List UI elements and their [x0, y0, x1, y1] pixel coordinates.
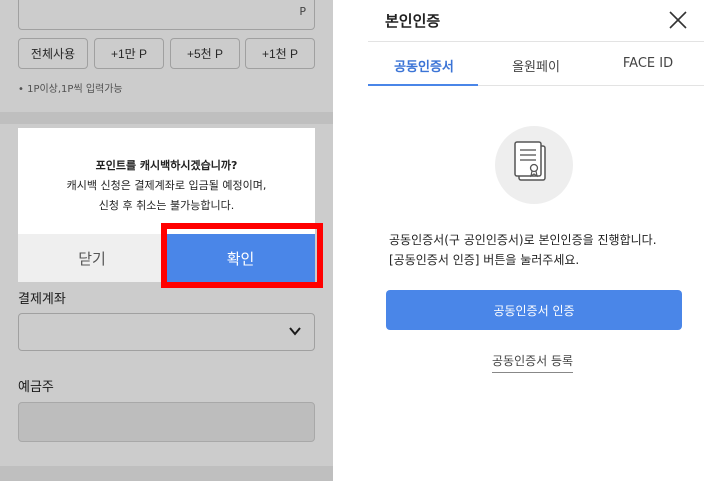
cashback-confirm-dialog: 포인트를 캐시백하시겠습니까? 캐시백 신청은 결제계좌로 입금될 예정이며, … [18, 128, 315, 282]
auth-description: 공동인증서(구 공인인증서)로 본인인증을 진행합니다. [공동인증서 인증] … [389, 230, 657, 270]
tab-face-id[interactable]: FACE ID [592, 56, 704, 71]
dialog-message: 포인트를 캐시백하시겠습니까? 캐시백 신청은 결제계좌로 입금될 예정이며, … [18, 156, 315, 216]
certificate-icon [514, 141, 546, 181]
cashback-form-panel: P 전체사용 +1만 P +5천 P +1천 P • 1P이상,1P씩 입력가능… [0, 0, 333, 481]
dialog-message-line: 캐시백 신청은 결제계좌로 입금될 예정이며, [66, 179, 267, 192]
identity-verification-panel: 본인인증 공동인증서 올원페이 FACE ID 공동인증서(구 공인인증서)로 … [333, 0, 704, 481]
tab-allone-pay[interactable]: 올원페이 [480, 56, 592, 75]
certificate-auth-button[interactable]: 공동인증서 인증 [386, 290, 682, 330]
header-divider [368, 41, 704, 42]
auth-description-line: [공동인증서 인증] 버튼을 눌러주세요. [389, 253, 580, 267]
active-tab-indicator [368, 84, 478, 86]
dialog-message-line: 신청 후 취소는 불가능합니다. [98, 199, 235, 212]
dialog-confirm-button[interactable]: 확인 [166, 234, 315, 282]
page-title: 본인인증 [385, 12, 441, 30]
close-icon[interactable] [668, 10, 688, 30]
dialog-close-button[interactable]: 닫기 [18, 234, 166, 282]
auth-description-line: 공동인증서(구 공인인증서)로 본인인증을 진행합니다. [389, 233, 657, 247]
certificate-register-link[interactable]: 공동인증서 등록 [492, 352, 574, 373]
certificate-illustration [495, 126, 573, 204]
tab-joint-certificate[interactable]: 공동인증서 [368, 56, 480, 75]
dialog-question: 포인트를 캐시백하시겠습니까? [95, 159, 238, 172]
